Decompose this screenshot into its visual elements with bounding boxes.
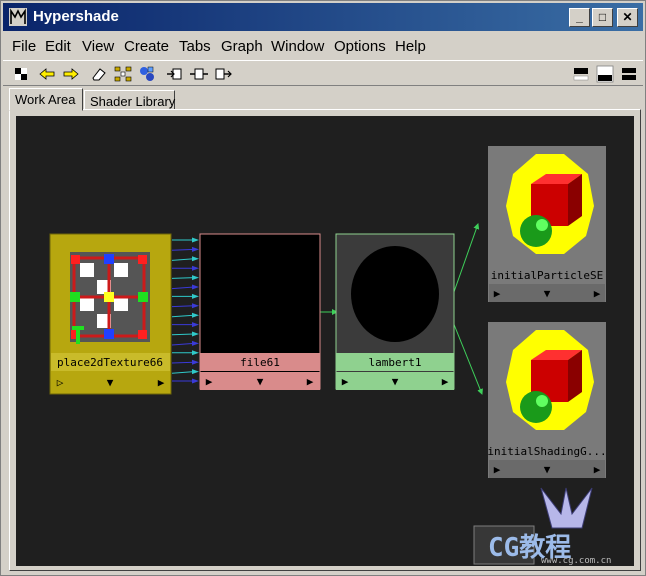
uv-connection-arrowhead: [192, 350, 199, 356]
close-button[interactable]: ✕: [617, 8, 638, 27]
node-graph: place2dTexture66 ▷ ▼ ▶ file61 ▶ ▼ ▶ lamb…: [49, 146, 611, 566]
uv-connection-arrowhead: [192, 369, 199, 375]
uv-connection-line[interactable]: [171, 333, 195, 336]
file-right-icon[interactable]: ▶: [307, 375, 314, 388]
network-icon[interactable]: [137, 64, 157, 84]
shading-group-label: initialShadingG...: [487, 445, 606, 458]
menu-help[interactable]: Help: [395, 38, 426, 55]
output-connections-icon[interactable]: [213, 64, 233, 84]
uv-connection-line[interactable]: [171, 305, 195, 308]
title-bar[interactable]: Hypershade _ □ ✕: [3, 3, 643, 31]
eraser-icon[interactable]: [89, 64, 109, 84]
uv-connection-line[interactable]: [171, 277, 195, 279]
uv-connection-line[interactable]: [171, 314, 195, 318]
uv-connection-arrowhead: [192, 322, 199, 328]
minimize-icon: _: [576, 10, 583, 24]
uv-connection-arrowhead: [192, 275, 199, 281]
minimize-button[interactable]: _: [569, 8, 590, 27]
uv-connection-arrowhead: [192, 256, 199, 262]
uv-connection-arrowhead: [192, 312, 199, 318]
menu-create[interactable]: Create: [124, 38, 169, 55]
uv-connection-arrowhead: [192, 340, 199, 346]
particle-se-right-icon[interactable]: ▶: [594, 287, 601, 300]
place2d-controls: ▷ ▼ ▶: [51, 373, 170, 391]
tab-shader-library[interactable]: Shader Library: [84, 90, 175, 110]
uv-connection-line[interactable]: [171, 361, 195, 364]
uv-connection-line[interactable]: [171, 248, 195, 251]
menu-window[interactable]: Window: [271, 38, 324, 55]
tab-shader-library-label: Shader Library: [90, 94, 176, 109]
node-initial-particle-se[interactable]: initialParticleSE ▶ ▼ ▶: [488, 146, 606, 302]
file-expand-icon[interactable]: ▼: [257, 375, 264, 388]
uv-connection-arrowhead: [192, 359, 199, 365]
uv-connection-line[interactable]: [171, 371, 195, 374]
toolbar: [3, 60, 643, 86]
uv-connection-arrows: [171, 237, 199, 384]
uv-connection-arrowhead: [192, 284, 199, 290]
place2d-expand-icon[interactable]: ▼: [107, 376, 114, 389]
lambert-play-icon[interactable]: ▶: [342, 375, 349, 388]
lambert-label: lambert1: [369, 356, 422, 369]
uv-connection-line[interactable]: [171, 258, 195, 261]
place2d-right-icon[interactable]: ▶: [158, 376, 165, 389]
watermark-logo: CG教程 www.cg.com.cn: [473, 487, 611, 566]
uv-connection-line[interactable]: [171, 342, 195, 346]
uv-connection-arrowhead: [192, 331, 199, 337]
file-label: file61: [240, 356, 280, 369]
layout-split-icon[interactable]: [619, 64, 639, 84]
node-place2d-texture[interactable]: place2dTexture66 ▷ ▼ ▶: [49, 233, 172, 395]
lambert-expand-icon[interactable]: ▼: [392, 375, 399, 388]
node-initial-shading-group[interactable]: initialShadingG... ▶ ▼ ▶: [487, 322, 607, 478]
menu-graph[interactable]: Graph: [221, 38, 263, 55]
input-output-connections-icon[interactable]: [189, 64, 209, 84]
node-graph-canvas[interactable]: place2dTexture66 ▷ ▼ ▶ file61 ▶ ▼ ▶ lamb…: [16, 116, 634, 566]
menu-options[interactable]: Options: [334, 38, 386, 55]
checker-icon[interactable]: [11, 64, 31, 84]
node-file[interactable]: file61 ▶ ▼ ▶: [199, 233, 321, 390]
layout-bottom-icon[interactable]: [595, 64, 615, 84]
close-icon: ✕: [622, 10, 633, 24]
input-connections-icon[interactable]: [165, 64, 185, 84]
maximize-icon: □: [598, 10, 607, 24]
tab-work-area[interactable]: Work Area: [9, 88, 83, 111]
maya-logo-icon: [9, 8, 27, 26]
particle-se-expand-icon[interactable]: ▼: [544, 287, 551, 300]
watermark-url: www.cg.com.cn: [541, 556, 611, 566]
place2d-label: place2dTexture66: [57, 356, 163, 369]
uv-connection-arrowhead: [192, 293, 199, 299]
uv-connection-line[interactable]: [171, 286, 195, 290]
tab-work-area-label: Work Area: [15, 92, 76, 107]
shading-group-play-icon[interactable]: ▶: [494, 463, 501, 476]
menu-bar: File Edit View Create Tabs Graph Window …: [3, 34, 643, 58]
particle-se-label: initialParticleSE: [491, 269, 604, 282]
node-lambert[interactable]: lambert1 ▶ ▼ ▶: [335, 233, 455, 390]
graph-nodes-icon[interactable]: [113, 64, 133, 84]
place2d-play-icon[interactable]: ▷: [57, 376, 64, 389]
uv-connection-arrowhead: [192, 237, 199, 243]
menu-view[interactable]: View: [82, 38, 114, 55]
menu-tabs[interactable]: Tabs: [179, 38, 211, 55]
file-play-icon[interactable]: ▶: [206, 375, 213, 388]
shading-group-right-icon[interactable]: ▶: [594, 463, 601, 476]
uv-connection-arrowhead: [192, 246, 199, 252]
uv-connection-arrowhead: [192, 303, 199, 309]
menu-file[interactable]: File: [12, 38, 36, 55]
hypershade-window: Hypershade _ □ ✕ File Edit View Create T…: [0, 0, 646, 576]
layout-top-icon[interactable]: [571, 64, 591, 84]
arrow-left-icon[interactable]: [37, 64, 57, 84]
uv-connection-arrowhead: [192, 378, 199, 384]
lambert-sphere-swatch: [351, 246, 439, 342]
shading-group-expand-icon[interactable]: ▼: [544, 463, 551, 476]
maximize-button[interactable]: □: [592, 8, 613, 27]
menu-edit[interactable]: Edit: [45, 38, 71, 55]
arrow-right-icon[interactable]: [61, 64, 81, 84]
work-area-panel: place2dTexture66 ▷ ▼ ▶ file61 ▶ ▼ ▶ lamb…: [9, 109, 641, 571]
window-title: Hypershade: [33, 8, 119, 25]
lambert-right-icon[interactable]: ▶: [442, 375, 449, 388]
particle-se-play-icon[interactable]: ▶: [494, 287, 501, 300]
uv-connection-arrowhead: [192, 265, 199, 271]
